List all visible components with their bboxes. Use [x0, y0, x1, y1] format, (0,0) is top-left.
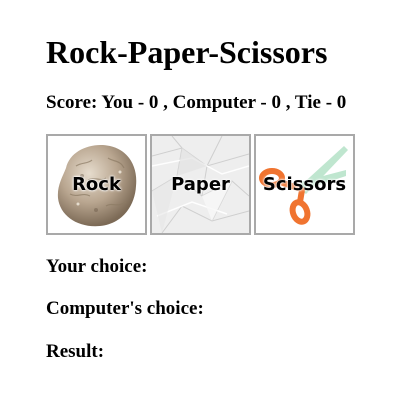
scissors-button-label: Scissors	[262, 174, 347, 195]
computer-choice-label: Computer's choice:	[46, 298, 204, 319]
computer-choice-row: Computer's choice:	[46, 297, 210, 321]
page-title: Rock-Paper-Scissors	[46, 34, 328, 70]
paper-button[interactable]: Paper	[150, 134, 251, 235]
choice-buttons: Rock Paper Scissors	[46, 134, 355, 235]
your-choice-label: Your choice:	[46, 256, 148, 277]
rock-button[interactable]: Rock	[46, 134, 147, 235]
your-choice-row: Your choice:	[46, 255, 154, 279]
rock-button-label: Rock	[72, 174, 121, 195]
result-label: Result:	[46, 341, 105, 362]
paper-button-label: Paper	[171, 174, 230, 195]
score-display: Score: You - 0 , Computer - 0 , Tie - 0	[46, 92, 347, 113]
scissors-button[interactable]: Scissors	[254, 134, 355, 235]
result-row: Result:	[46, 340, 110, 364]
